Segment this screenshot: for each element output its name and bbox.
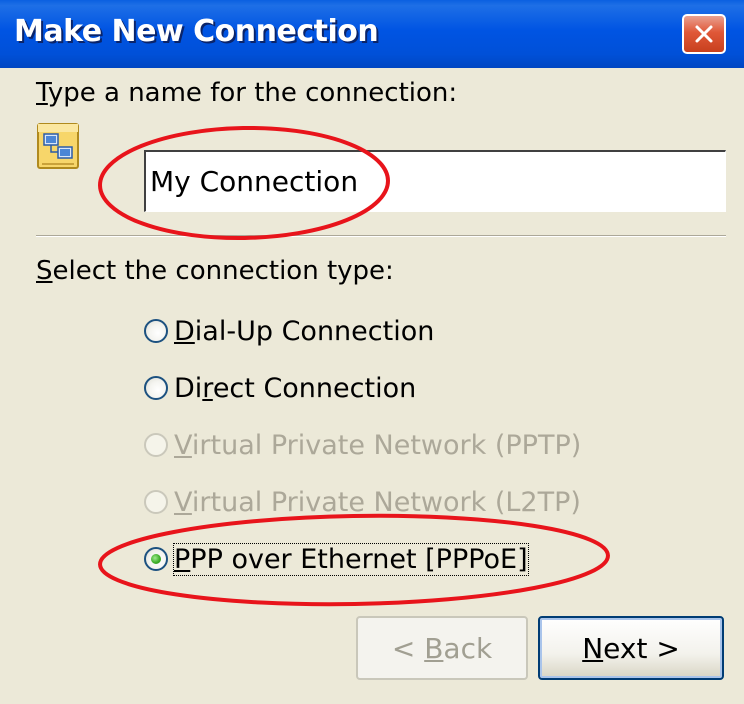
radio-label: Virtual Private Network (L2TP) bbox=[174, 486, 581, 518]
close-icon bbox=[695, 25, 713, 43]
radio-button-icon[interactable] bbox=[144, 490, 168, 514]
radio-button-icon[interactable] bbox=[144, 433, 168, 457]
connection-name-label: Type a name for the connection: bbox=[36, 78, 458, 108]
radio-button-icon[interactable] bbox=[144, 319, 168, 343]
connection-type-label: Select the connection type: bbox=[36, 256, 394, 286]
radio-label: Dial-Up Connection bbox=[174, 315, 435, 347]
window-title: Make New Connection bbox=[14, 14, 379, 49]
radio-button-icon[interactable] bbox=[144, 547, 168, 571]
radio-pppoe[interactable]: PPP over Ethernet [PPPoE] bbox=[144, 539, 529, 579]
close-button[interactable] bbox=[682, 14, 726, 54]
radio-direct-connection[interactable]: Direct Connection bbox=[144, 368, 416, 408]
network-connection-icon bbox=[37, 123, 79, 169]
back-button[interactable]: < Back bbox=[356, 616, 528, 680]
radio-label: PPP over Ethernet [PPPoE] bbox=[173, 542, 529, 576]
make-new-connection-dialog: Make New Connection Type a name for the … bbox=[0, 0, 744, 704]
separator bbox=[36, 235, 726, 237]
radio-selected-dot bbox=[151, 554, 161, 564]
next-button[interactable]: Next > bbox=[538, 616, 724, 680]
radio-label: Direct Connection bbox=[174, 372, 417, 404]
connection-name-input[interactable] bbox=[144, 150, 726, 212]
radio-vpn-pptp[interactable]: Virtual Private Network (PPTP) bbox=[144, 425, 581, 465]
radio-label: Virtual Private Network (PPTP) bbox=[174, 429, 582, 461]
title-bar[interactable]: Make New Connection bbox=[0, 0, 744, 68]
radio-button-icon[interactable] bbox=[144, 376, 168, 400]
radio-vpn-l2tp[interactable]: Virtual Private Network (L2TP) bbox=[144, 482, 581, 522]
radio-dial-up-connection[interactable]: Dial-Up Connection bbox=[144, 311, 434, 351]
